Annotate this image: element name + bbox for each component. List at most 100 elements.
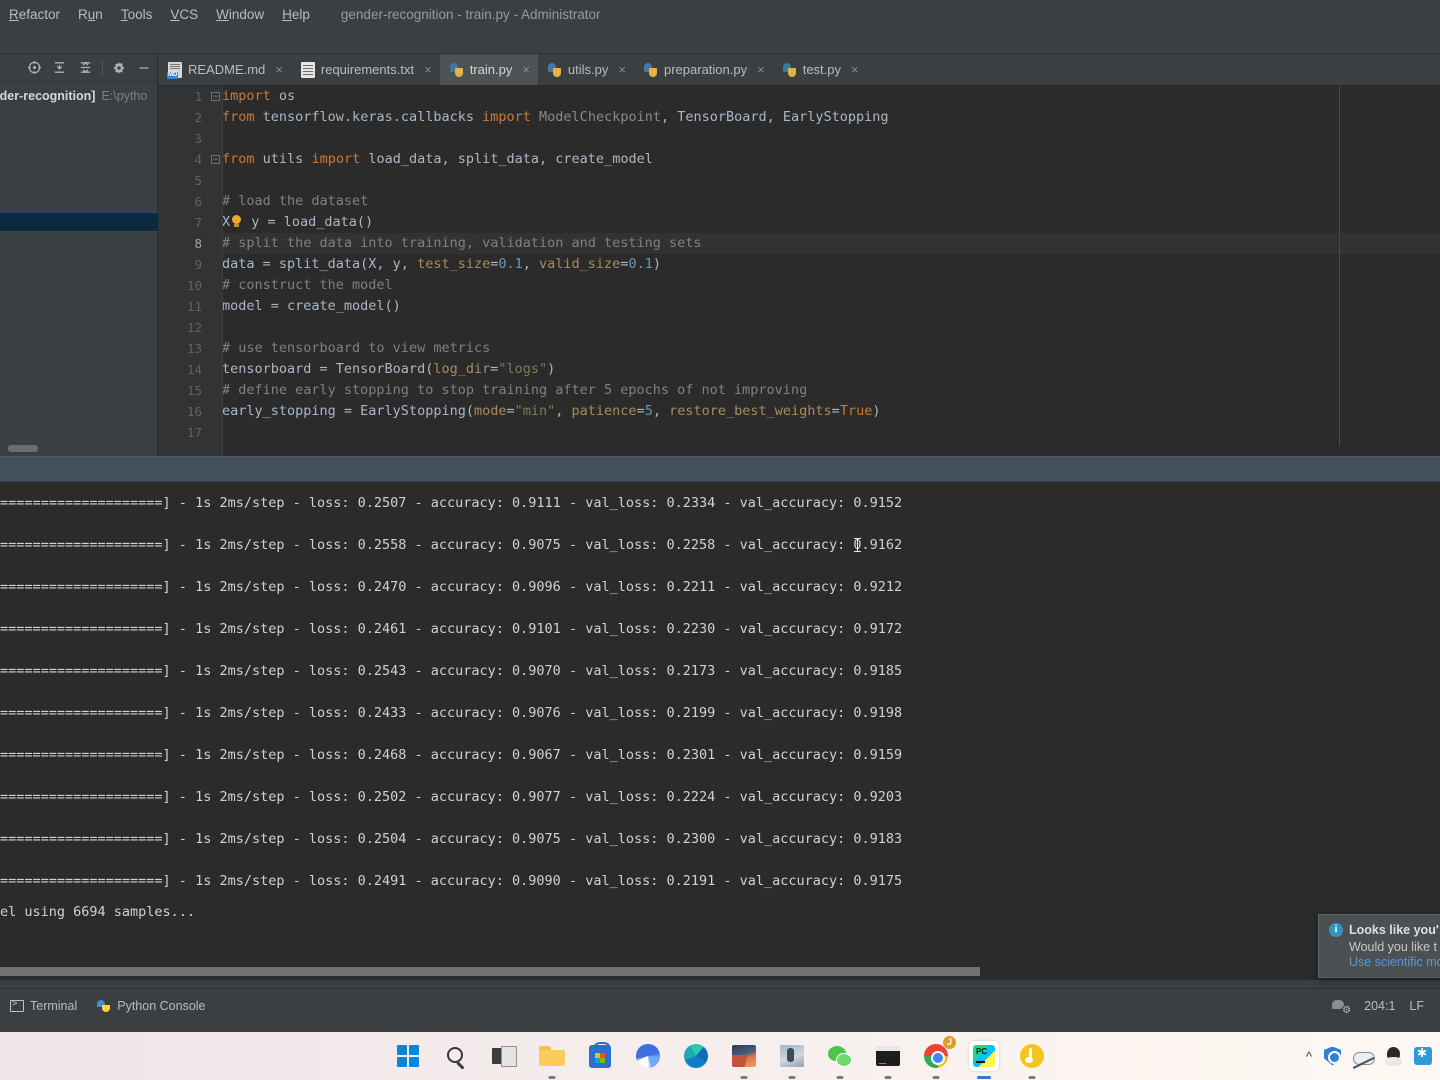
status-python-console-button[interactable]: Python Console: [87, 999, 215, 1013]
pycharm-icon[interactable]: [969, 1041, 999, 1079]
cloud-off-icon[interactable]: [1353, 1049, 1375, 1065]
line-number: 4: [194, 152, 202, 167]
tab-label: README.md: [188, 62, 266, 77]
file-explorer-icon[interactable]: [537, 1041, 567, 1079]
project-tree[interactable]: nder-recognition] E:\pytho: [0, 82, 158, 232]
tab-test-py[interactable]: test.py ×: [773, 54, 867, 85]
inspections-icon[interactable]: [1332, 999, 1351, 1016]
tool-window-splitter[interactable]: [0, 456, 1440, 482]
code-line-14: tensorboard = TensorBoard(log_dir="logs"…: [222, 361, 556, 377]
fold-marker-icon[interactable]: −: [211, 92, 220, 101]
editor-tab-bar: README.md × requirements.txt × train.py …: [158, 54, 1440, 86]
menu-window[interactable]: Window: [207, 4, 273, 25]
terminal-line-text: ====================] - 1s 2ms/step - lo…: [0, 537, 903, 553]
menu-run[interactable]: Run: [69, 4, 112, 25]
line-number: 16: [186, 404, 202, 419]
line-number: 17: [186, 425, 202, 440]
code-line-10: # construct the model: [222, 277, 393, 293]
code-folding-gutter[interactable]: − −: [210, 86, 222, 456]
command-prompt-icon[interactable]: [873, 1041, 903, 1079]
close-icon[interactable]: ×: [275, 63, 283, 76]
code-line-15: # define early stopping to stop training…: [222, 382, 808, 398]
code-line-4: from utils import load_data, split_data,…: [222, 151, 653, 167]
code-line-7: X y = load_data(): [222, 214, 374, 230]
fold-marker-icon[interactable]: −: [211, 155, 220, 164]
minimize-icon[interactable]: [132, 56, 157, 80]
terminal-line: ====================] - 1s 2ms/step - lo…: [0, 873, 903, 889]
menu-refactor[interactable]: Refactor: [0, 4, 69, 25]
menu-help[interactable]: Help: [273, 4, 319, 25]
tab-train-py[interactable]: train.py ×: [439, 54, 538, 85]
status-bar: Terminal Python Console 204:1 LF: [0, 988, 1440, 1022]
expand-all-icon[interactable]: [72, 56, 97, 80]
microsoft-edge-icon[interactable]: [681, 1041, 711, 1071]
notification-popup[interactable]: i Looks like you' Would you like t Use s…: [1318, 914, 1440, 978]
swirl-app-icon[interactable]: [633, 1041, 663, 1071]
terminal-line: ====================] - 1s 2ms/step - lo…: [0, 495, 903, 511]
tab-preparation-py[interactable]: preparation.py ×: [634, 54, 773, 85]
window-title: gender-recognition - train.py - Administ…: [340, 6, 601, 22]
music-app-icon[interactable]: [1017, 1041, 1047, 1079]
notification-action-link[interactable]: Use scientific mo: [1349, 955, 1440, 969]
tab-label: train.py: [469, 62, 513, 77]
line-number: 10: [186, 278, 202, 293]
status-terminal-button[interactable]: Terminal: [0, 999, 87, 1013]
line-number: 5: [194, 173, 202, 188]
close-icon[interactable]: ×: [522, 63, 530, 76]
project-root-label: nder-recognition]: [0, 89, 96, 103]
close-icon[interactable]: ×: [618, 63, 626, 76]
photos-app-icon[interactable]: [729, 1041, 759, 1079]
line-number-gutter: 1 2 3 4 5 6 7 8 9 10 11 12 13 14 15 16 1…: [158, 86, 210, 456]
text-file-icon: [300, 61, 315, 78]
wechat-icon[interactable]: [825, 1041, 855, 1079]
tab-readme-md[interactable]: README.md ×: [158, 54, 291, 85]
project-tool-window: nder-recognition] E:\pytho: [0, 54, 158, 456]
code-line-13: # use tensorboard to view metrics: [222, 340, 491, 356]
menu-vcs[interactable]: VCS: [161, 4, 207, 25]
collapse-all-icon[interactable]: [47, 56, 72, 80]
project-root-path: E:\pytho: [101, 89, 148, 103]
line-number: 2: [194, 110, 202, 125]
task-view-icon[interactable]: [489, 1041, 519, 1071]
windows-start-icon[interactable]: [393, 1041, 423, 1071]
line-separator[interactable]: LF: [1409, 999, 1424, 1013]
caret-position[interactable]: 204:1: [1364, 999, 1395, 1013]
tab-requirements-txt[interactable]: requirements.txt ×: [291, 54, 440, 85]
settings-gear-icon[interactable]: [107, 56, 132, 80]
close-icon[interactable]: ×: [424, 63, 432, 76]
blue-message-icon[interactable]: [1414, 1046, 1432, 1065]
project-root-row[interactable]: nder-recognition] E:\pytho: [0, 86, 157, 106]
lightbulb-icon[interactable]: [230, 215, 243, 228]
microsoft-store-icon[interactable]: [585, 1041, 615, 1071]
terminal-line: ====================] - 1s 2ms/step - lo…: [0, 747, 903, 763]
chevron-up-icon[interactable]: ^: [1306, 1049, 1312, 1064]
gallery-app-icon[interactable]: [777, 1041, 807, 1079]
locate-icon[interactable]: [22, 56, 47, 80]
terminal-line: ====================] - 1s 2ms/step - lo…: [0, 579, 903, 595]
security-shield-icon[interactable]: [1324, 1046, 1341, 1066]
terminal-horizontal-scrollbar[interactable]: [0, 967, 980, 976]
google-chrome-icon[interactable]: J: [921, 1036, 956, 1079]
close-icon[interactable]: ×: [851, 63, 859, 76]
python-file-icon: [547, 62, 562, 78]
code-editor[interactable]: 1 2 3 4 5 6 7 8 9 10 11 12 13 14 15 16 1…: [158, 86, 1440, 456]
code-text-area[interactable]: import os from tensorflow.keras.callback…: [222, 86, 1440, 456]
terminal-output[interactable]: ====================] - 1s 2ms/step - lo…: [0, 482, 1440, 980]
search-icon[interactable]: [441, 1041, 471, 1071]
pycharm-window: Refactor Run Tools VCS Window Help gende…: [0, 0, 1440, 1080]
menu-tools[interactable]: Tools: [112, 4, 162, 25]
line-number: 7: [194, 215, 202, 230]
close-icon[interactable]: ×: [757, 63, 765, 76]
tab-utils-py[interactable]: utils.py ×: [538, 54, 634, 85]
line-number: 14: [186, 362, 202, 377]
code-line-16: early_stopping = EarlyStopping(mode="min…: [222, 403, 881, 419]
terminal-line: ====================] - 1s 2ms/step - lo…: [0, 621, 903, 637]
project-tree-selected-row[interactable]: [0, 212, 158, 232]
qq-penguin-icon[interactable]: [1385, 1046, 1402, 1066]
line-number: 1: [194, 89, 202, 104]
code-line-1: import os: [222, 88, 296, 104]
project-horizontal-scrollbar[interactable]: [8, 445, 38, 452]
